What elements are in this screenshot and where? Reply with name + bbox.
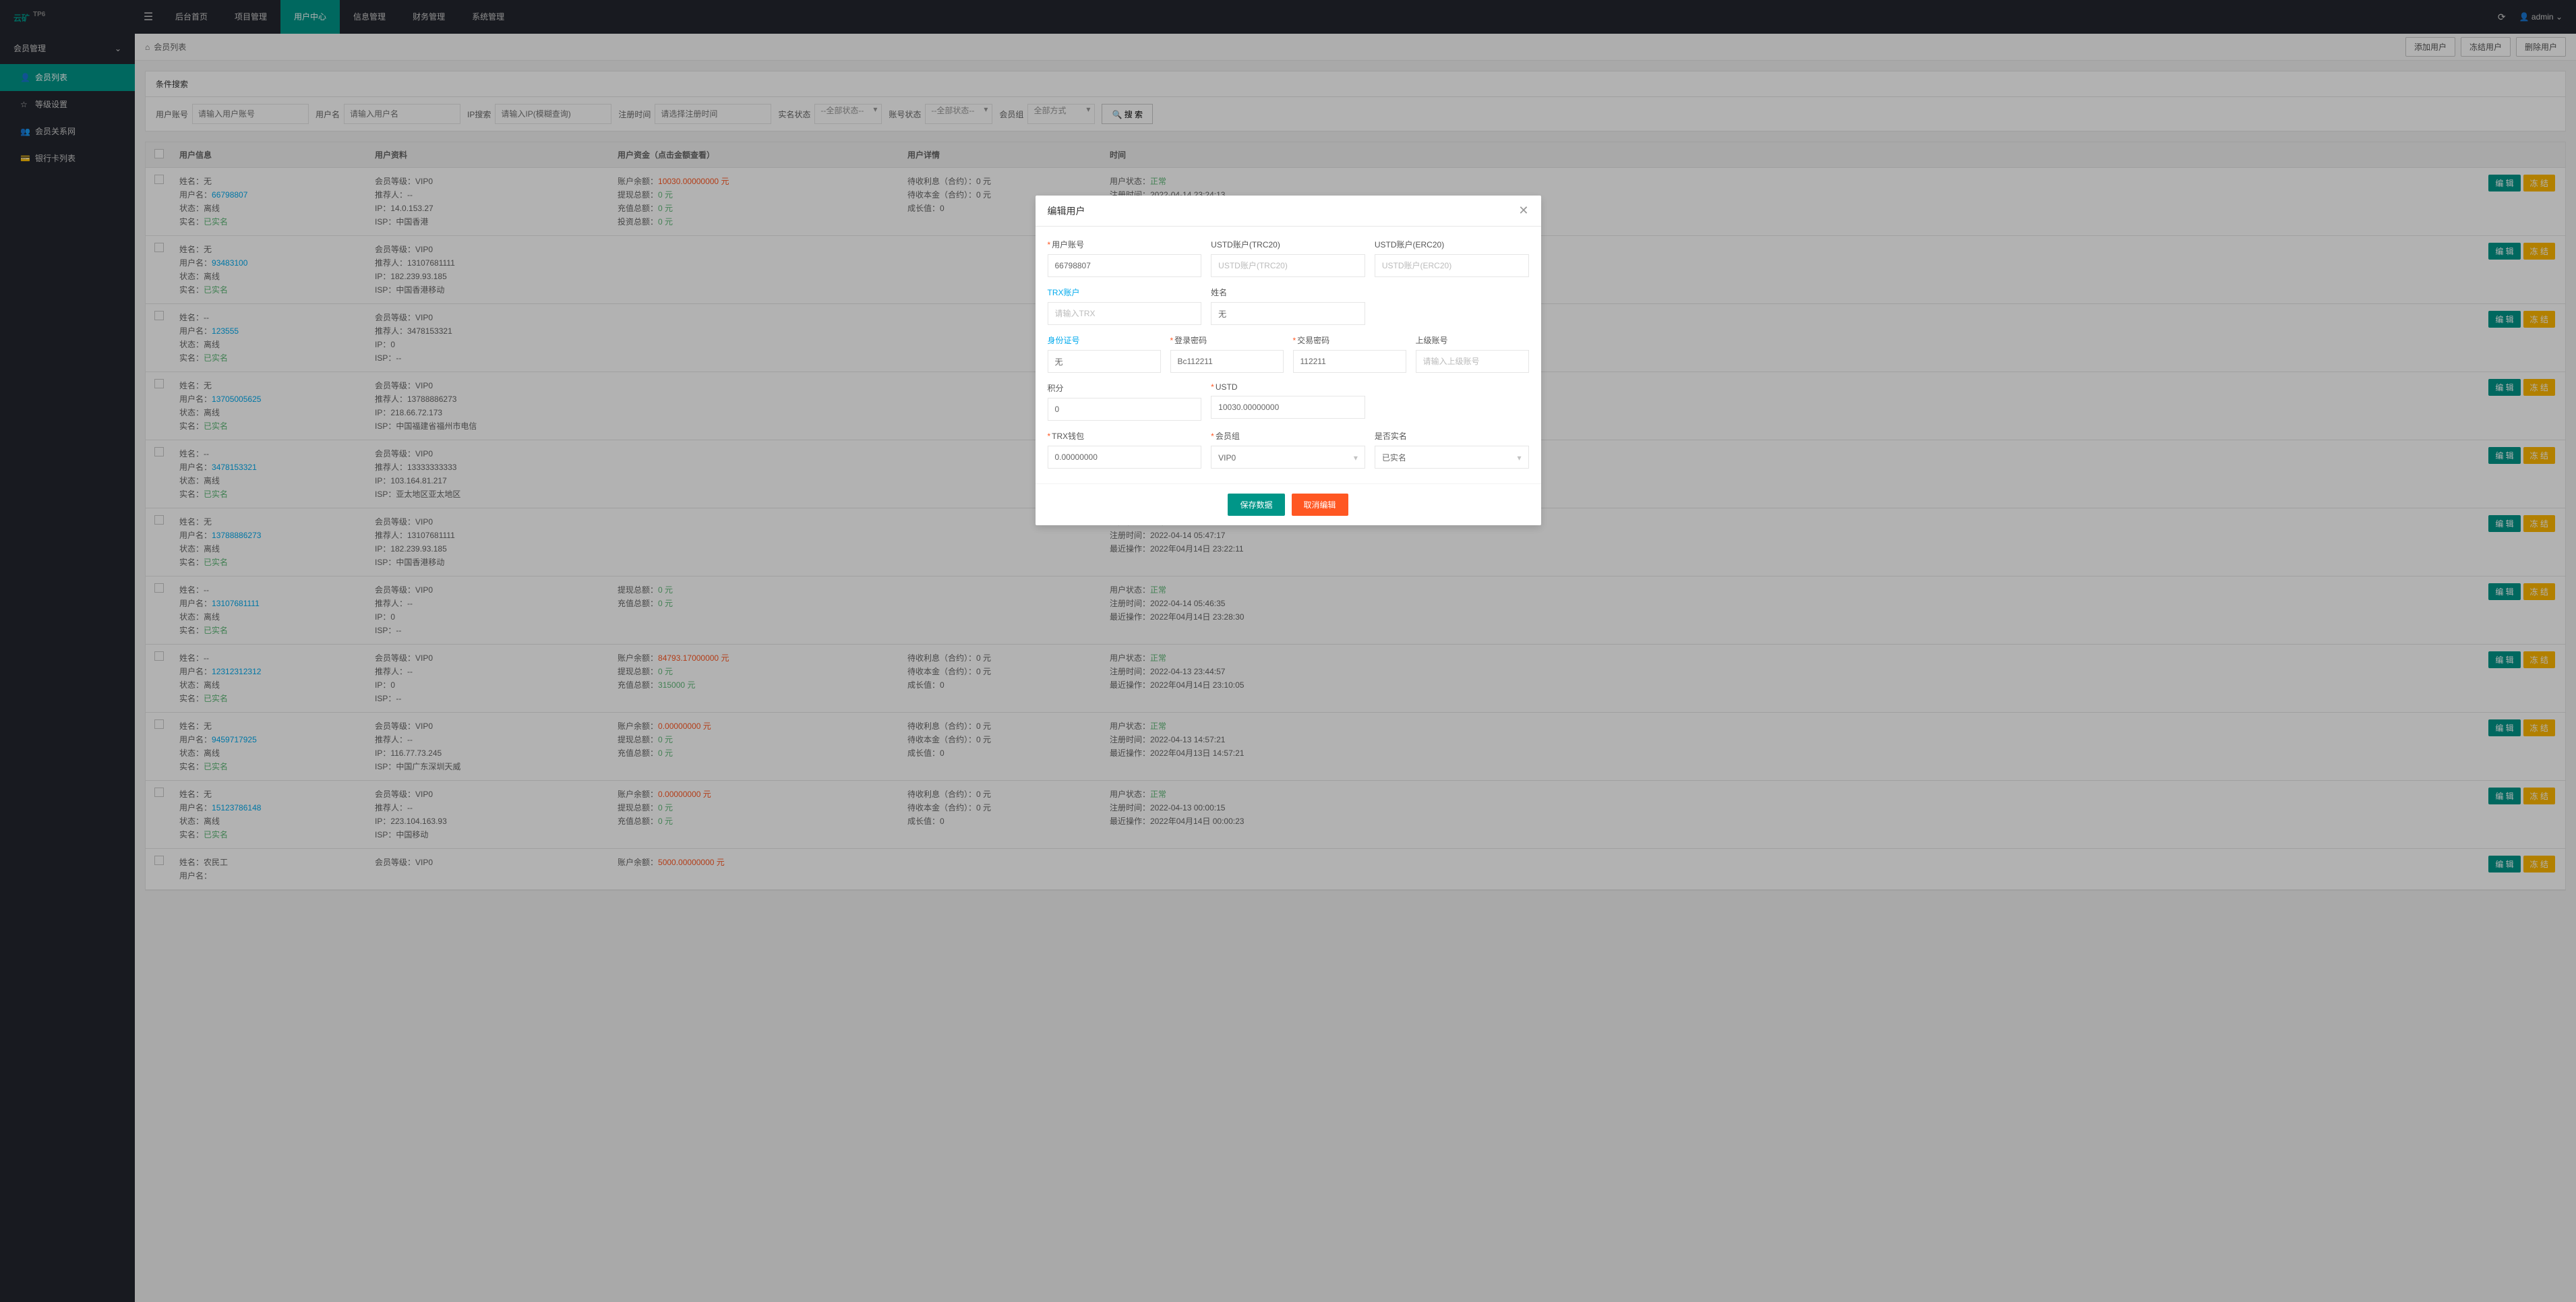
save-button[interactable]: 保存数据 [1228,494,1284,516]
idcard-field[interactable] [1048,350,1161,373]
modal-overlay[interactable]: 编辑用户 ✕ *用户账号 USTD账户(TRC20) USTD账户(ERC20)… [0,0,2576,1302]
ustd-field[interactable] [1211,396,1365,419]
edit-user-modal: 编辑用户 ✕ *用户账号 USTD账户(TRC20) USTD账户(ERC20)… [1036,196,1541,525]
trx-wallet-field[interactable] [1048,446,1202,469]
ustd-trc-field[interactable] [1211,254,1365,277]
close-icon[interactable]: ✕ [1518,204,1528,218]
trade-pwd-field[interactable] [1293,350,1406,373]
trx-field[interactable] [1048,302,1202,325]
name-field[interactable] [1211,302,1365,325]
modal-title: 编辑用户 [1048,204,1085,218]
points-field[interactable] [1048,398,1202,421]
group-select[interactable]: VIP0 [1211,446,1365,469]
login-pwd-field[interactable] [1170,350,1284,373]
is-real-select[interactable]: 已实名 [1375,446,1529,469]
parent-field[interactable] [1416,350,1529,373]
cancel-button[interactable]: 取消编辑 [1292,494,1348,516]
ustd-erc-field[interactable] [1375,254,1529,277]
account-field[interactable] [1048,254,1202,277]
